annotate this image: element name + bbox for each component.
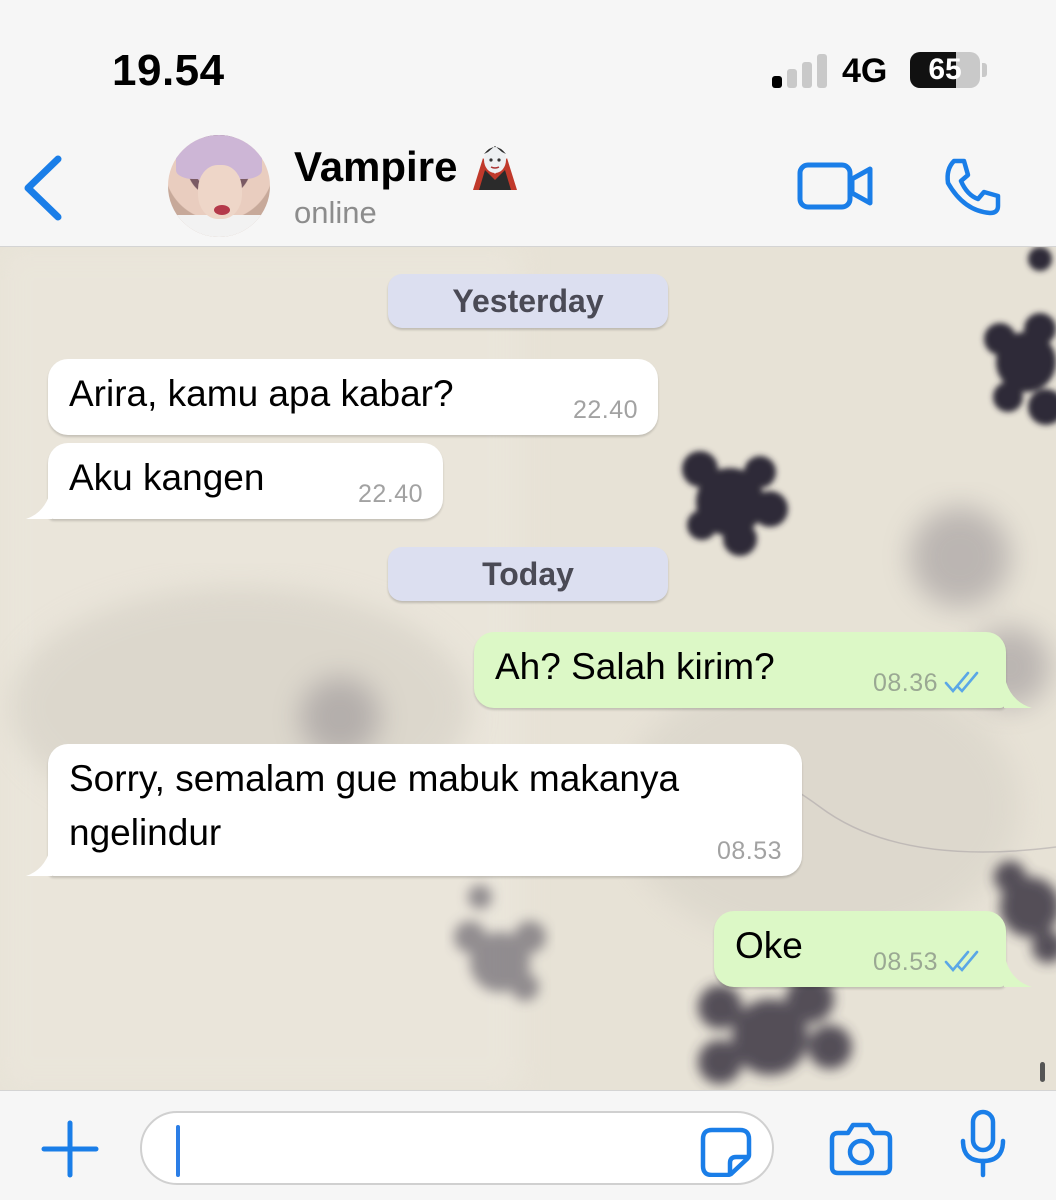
read-ticks-icon: [944, 672, 979, 694]
battery-cap: [982, 63, 987, 77]
battery-percent: 65: [928, 53, 962, 86]
message-incoming[interactable]: Aku kangen 22.40: [48, 443, 443, 519]
message-text: Oke: [735, 925, 803, 966]
message-meta: 08.53: [873, 947, 984, 977]
contact-name-text: Vampire: [294, 143, 458, 190]
date-separator-yesterday: Yesterday: [388, 274, 668, 328]
bubble-tail: [1004, 961, 1032, 987]
sticker-button[interactable]: [700, 1127, 752, 1178]
text-cursor: [176, 1125, 180, 1177]
message-time: 22.40: [357, 480, 423, 508]
message-time: 08.53: [872, 948, 938, 976]
avatar[interactable]: [168, 135, 270, 237]
message-time: 08.53: [716, 837, 782, 865]
message-outgoing[interactable]: Oke 08.53: [714, 911, 1006, 987]
camera-button[interactable]: [828, 1119, 894, 1177]
network-type: 4G: [842, 52, 888, 90]
chat-area[interactable]: Yesterday Arira, kamu apa kabar? 22.40 A…: [0, 247, 1056, 1090]
message-incoming[interactable]: Arira, kamu apa kabar? 22.40: [48, 359, 658, 435]
message-time: 22.40: [572, 396, 638, 424]
add-attachment-button[interactable]: [40, 1119, 100, 1179]
message-meta: 08.36: [873, 668, 984, 698]
message-text: Aku kangen: [69, 457, 265, 498]
vampire-emoji-icon: [473, 145, 518, 190]
plus-icon: [41, 1120, 99, 1178]
microphone-icon: [960, 1109, 1006, 1178]
bubble-tail: [1004, 682, 1032, 708]
input-bar: [0, 1090, 1056, 1200]
message-text-line2: ngelindur: [69, 812, 222, 853]
voice-call-button[interactable]: [940, 155, 1004, 219]
sticker-icon: [700, 1127, 752, 1178]
microphone-button[interactable]: [958, 1109, 1008, 1179]
date-separator-today: Today: [388, 547, 668, 601]
bubble-tail: [26, 493, 52, 519]
battery-icon: 65: [910, 52, 980, 88]
chevron-left-icon: [24, 155, 62, 221]
bubble-tail: [26, 850, 52, 876]
video-call-button[interactable]: [796, 161, 876, 211]
message-incoming[interactable]: Sorry, semalam gue mabuk makanya ngelind…: [48, 744, 802, 876]
contact-name[interactable]: Vampire: [294, 143, 521, 196]
back-button[interactable]: [18, 153, 78, 223]
scroll-indicator[interactable]: [1040, 1062, 1045, 1082]
message-text-line1: Sorry, semalam gue mabuk makanya: [69, 758, 680, 799]
message-text: Arira, kamu apa kabar?: [69, 373, 454, 414]
status-time: 19.54: [112, 46, 225, 95]
read-ticks-icon: [944, 951, 979, 973]
status-bar: 19.54 4G 65: [0, 0, 1056, 125]
signal-strength-icon: [772, 54, 828, 88]
message-input[interactable]: [140, 1111, 774, 1185]
camera-icon: [829, 1122, 893, 1176]
chat-header: Vampire online: [0, 125, 1056, 247]
message-text: Ah? Salah kirim?: [495, 646, 775, 687]
contact-status: online: [294, 195, 377, 230]
video-camera-icon: [797, 162, 873, 210]
message-time: 08.36: [872, 669, 938, 697]
phone-icon: [945, 158, 1001, 216]
message-outgoing[interactable]: Ah? Salah kirim? 08.36: [474, 632, 1006, 708]
